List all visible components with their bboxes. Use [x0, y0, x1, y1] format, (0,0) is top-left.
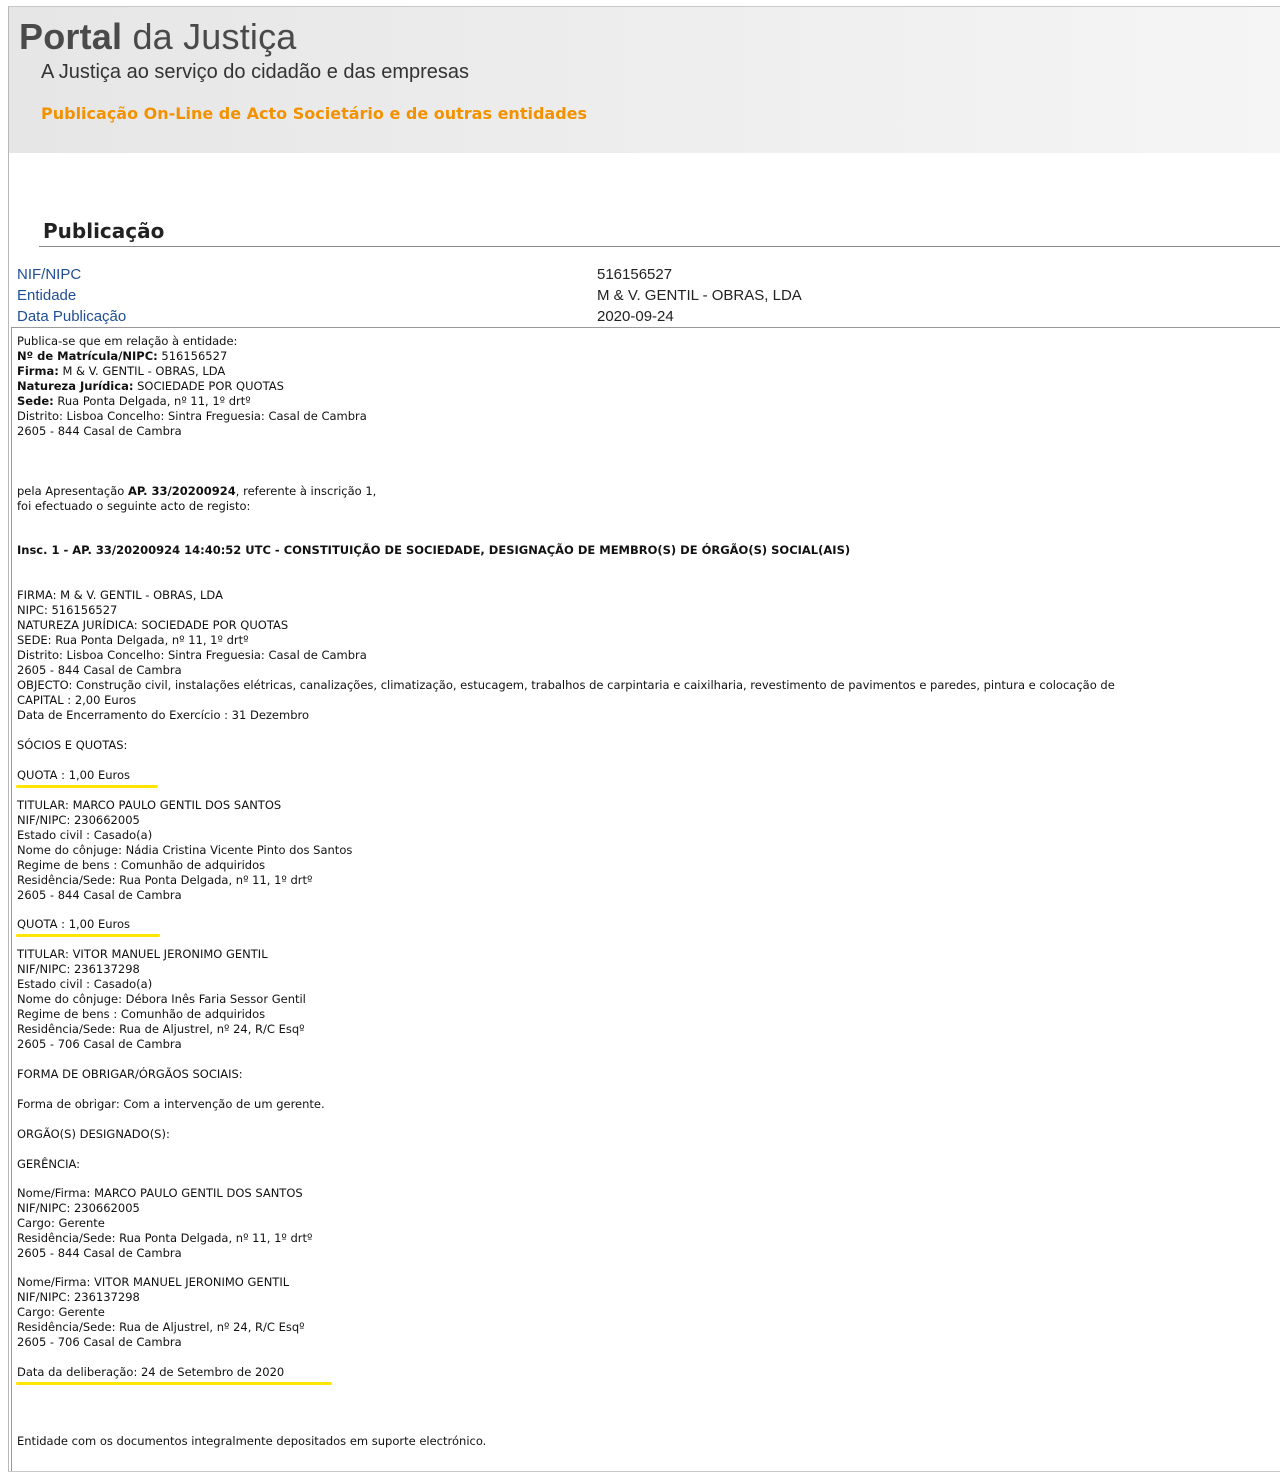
entity-postal: 2605 - 844 Casal de Cambra: [17, 424, 182, 438]
gerente-2-line: 2605 - 706 Casal de Cambra: [17, 1335, 182, 1349]
entity-distrito: Distrito: Lisboa Concelho: Sintra Fregue…: [17, 409, 367, 423]
entity-natureza: Natureza Jurídica: SOCIEDADE POR QUOTAS: [17, 379, 284, 393]
gerente-1-line: 2605 - 844 Casal de Cambra: [17, 1246, 182, 1260]
gerente-1-line: Nome/Firma: MARCO PAULO GENTIL DOS SANTO…: [17, 1186, 303, 1200]
titular-2-line: TITULAR: VITOR MANUEL JERONIMO GENTIL: [17, 947, 268, 961]
detail-line: CAPITAL : 2,00 Euros: [17, 693, 137, 707]
titular-1-line: Nome do cônjuge: Nádia Cristina Vicente …: [17, 843, 353, 857]
portal-subtitle: A Justiça ao serviço do cidadão e das em…: [41, 61, 470, 83]
detail-line-objecto: OBJECTO: Construção civil, instalações e…: [17, 678, 1115, 692]
titular-2-line: 2605 - 706 Casal de Cambra: [17, 1037, 182, 1051]
titular-2-line: Residência/Sede: Rua de Aljustrel, nº 24…: [17, 1022, 305, 1036]
gerente-2-line: Residência/Sede: Rua de Aljustrel, nº 24…: [17, 1320, 305, 1334]
meta-row-entidade: Entidade M & V. GENTIL - OBRAS, LDA: [17, 287, 1277, 307]
meta-row-nif: NIF/NIPC 516156527: [17, 266, 1277, 286]
inscription-title: Insc. 1 - AP. 33/20200924 14:40:52 UTC -…: [17, 543, 851, 557]
portal-title[interactable]: Portal da Justiça: [19, 16, 297, 58]
gerente-1-line: Residência/Sede: Rua Ponta Delgada, nº 1…: [17, 1231, 313, 1245]
highlight-underline: [16, 785, 158, 788]
page-frame: Portal da Justiça A Justiça ao serviço d…: [8, 6, 1280, 1472]
entity-matricula: Nº de Matrícula/NIPC: 516156527: [17, 349, 228, 363]
gerente-2-line: Cargo: Gerente: [17, 1305, 105, 1319]
meta-label: Entidade: [17, 287, 77, 304]
deliberation-date: Data da deliberação: 24 de Setembro de 2…: [17, 1365, 285, 1379]
forma-value: Forma de obrigar: Com a intervenção de u…: [17, 1097, 325, 1111]
forma-title: FORMA DE OBRIGAR/ÓRGÃOS SOCIAIS:: [17, 1067, 243, 1081]
meta-row-data-publicacao: Data Publicação 2020-09-24: [17, 308, 1277, 328]
entity-sede: Sede: Rua Ponta Delgada, nº 11, 1º drtº: [17, 394, 251, 408]
titular-1-line: Residência/Sede: Rua Ponta Delgada, nº 1…: [17, 873, 313, 887]
highlight-underline: [16, 934, 160, 937]
detail-line: FIRMA: M & V. GENTIL - OBRAS, LDA: [17, 588, 223, 602]
detail-line: NIPC: 516156527: [17, 603, 118, 617]
entity-intro: Publica-se que em relação à entidade:: [17, 334, 238, 348]
presentation-line: pela Apresentação AP. 33/20200924, refer…: [17, 484, 377, 498]
titular-2-line: Estado civil : Casado(a): [17, 977, 153, 991]
gerente-1-line: NIF/NIPC: 230662005: [17, 1201, 140, 1215]
detail-line: Distrito: Lisboa Concelho: Sintra Fregue…: [17, 648, 367, 662]
quota-2: QUOTA : 1,00 Euros: [17, 917, 131, 931]
detail-line: NATUREZA JURÍDICA: SOCIEDADE POR QUOTAS: [17, 618, 289, 632]
publication-content: Publica-se que em relação à entidade: Nº…: [11, 327, 1280, 1471]
gerente-1-line: Cargo: Gerente: [17, 1216, 105, 1230]
highlight-underline: [16, 1382, 332, 1385]
gerencia-title: GERÊNCIA:: [17, 1157, 80, 1171]
detail-line: SEDE: Rua Ponta Delgada, nº 11, 1º drtº: [17, 633, 249, 647]
presentation-line-2: foi efectuado o seguinte acto de registo…: [17, 499, 251, 513]
titular-2-line: Nome do cônjuge: Débora Inês Faria Sesso…: [17, 992, 306, 1006]
meta-value: 516156527: [597, 266, 673, 283]
meta-label: Data Publicação: [17, 308, 127, 325]
entity-firma: Firma: M & V. GENTIL - OBRAS, LDA: [17, 364, 226, 378]
titular-1-line: NIF/NIPC: 230662005: [17, 813, 140, 827]
publication-type: Publicação On-Line de Acto Societário e …: [41, 104, 588, 123]
orgaos-title: ORGÃO(S) DESIGNADO(S):: [17, 1127, 170, 1141]
footer-note: Entidade com os documentos integralmente…: [17, 1434, 487, 1448]
section-divider: [39, 246, 1280, 247]
titular-1-line: 2605 - 844 Casal de Cambra: [17, 888, 182, 902]
meta-value: M & V. GENTIL - OBRAS, LDA: [597, 287, 802, 304]
quota-1: QUOTA : 1,00 Euros: [17, 768, 131, 782]
titular-2-line: NIF/NIPC: 236137298: [17, 962, 140, 976]
titular-1-line: Regime de bens : Comunhão de adquiridos: [17, 858, 266, 872]
titular-1-line: TITULAR: MARCO PAULO GENTIL DOS SANTOS: [17, 798, 282, 812]
gerente-2-line: Nome/Firma: VITOR MANUEL JERONIMO GENTIL: [17, 1275, 290, 1289]
socios-title: SÓCIOS E QUOTAS:: [17, 738, 128, 752]
detail-line: 2605 - 844 Casal de Cambra: [17, 663, 182, 677]
meta-label: NIF/NIPC: [17, 266, 82, 283]
meta-value: 2020-09-24: [597, 308, 674, 325]
titular-2-line: Regime de bens : Comunhão de adquiridos: [17, 1007, 266, 1021]
detail-line: Data de Encerramento do Exercício : 31 D…: [17, 708, 310, 722]
titular-1-line: Estado civil : Casado(a): [17, 828, 153, 842]
gerente-2-line: NIF/NIPC: 236137298: [17, 1290, 140, 1304]
portal-header: Portal da Justiça A Justiça ao serviço d…: [9, 7, 1280, 153]
section-title: Publicação: [43, 219, 165, 243]
